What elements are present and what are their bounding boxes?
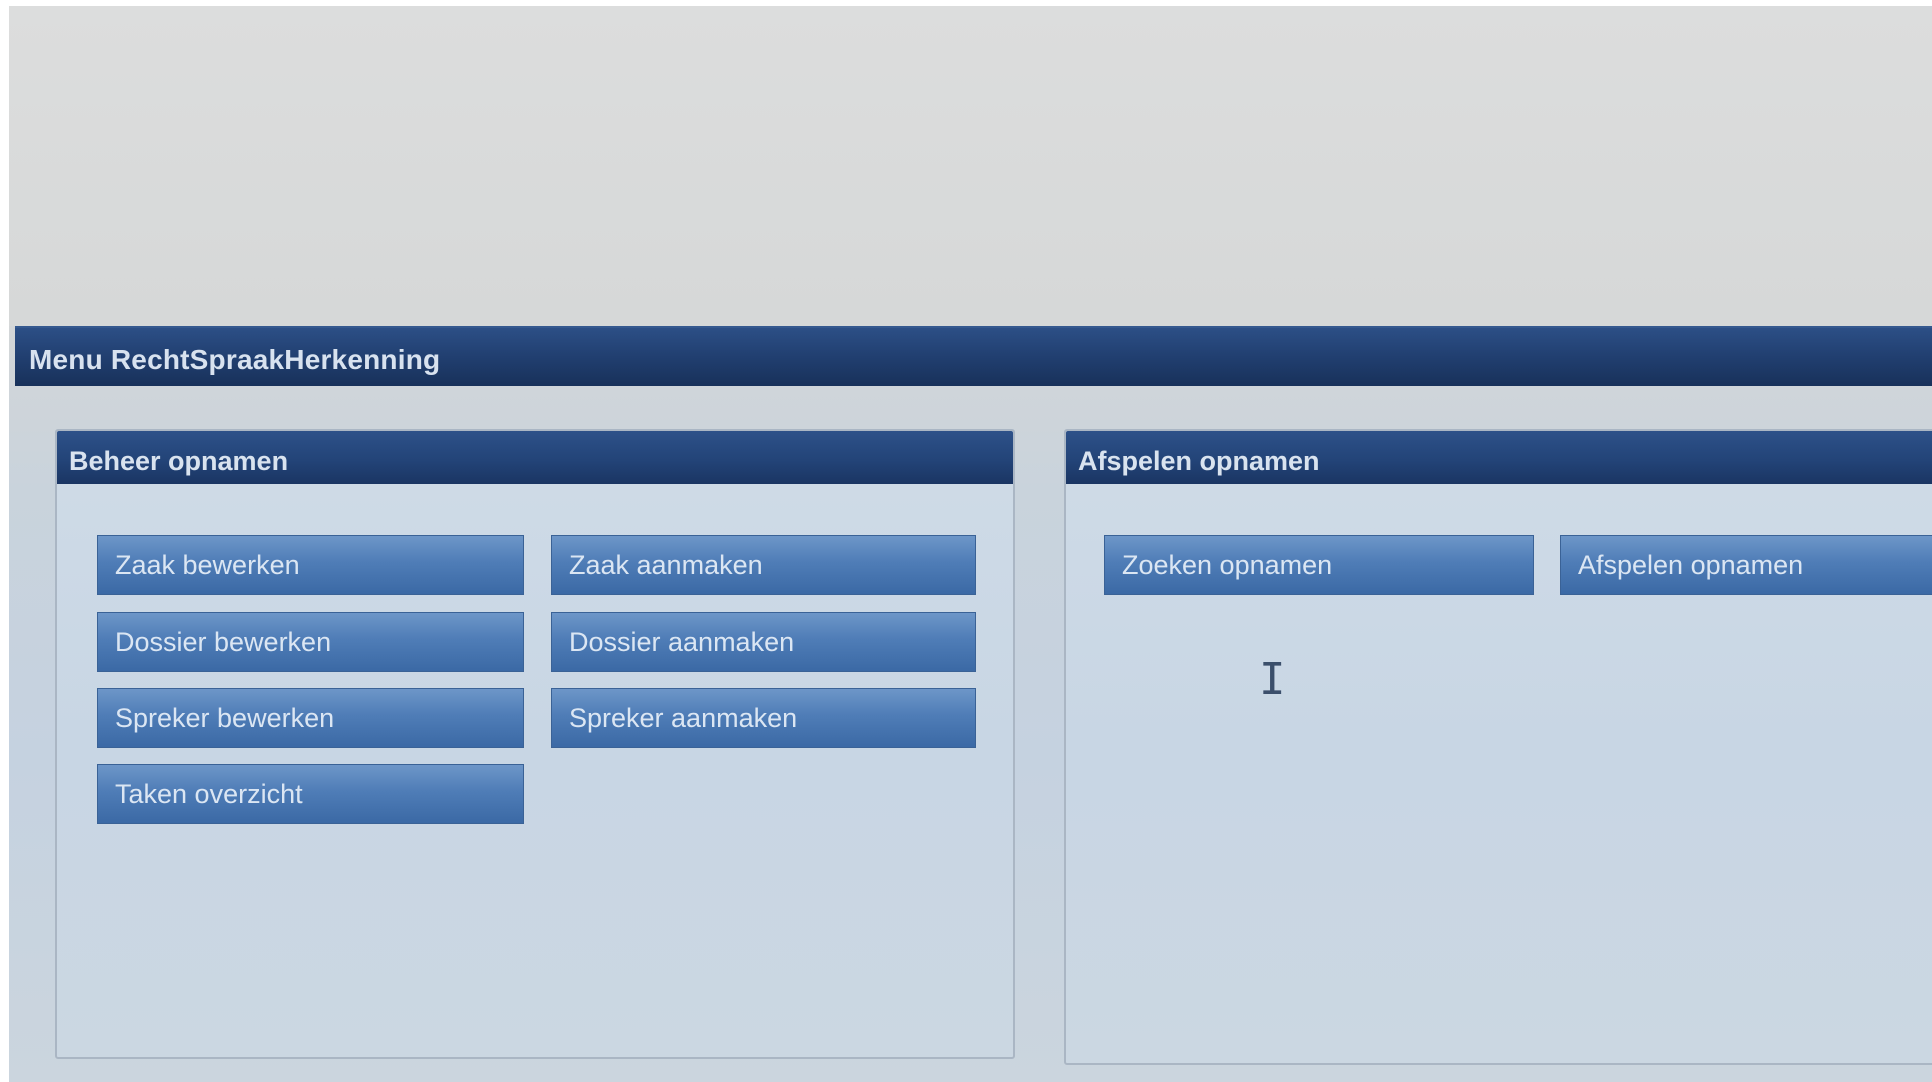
panel-afspelen-opnamen: Afspelen opnamen Zoeken opnamen Afspelen… <box>1064 429 1932 1065</box>
menu-title: Menu RechtSpraakHerkenning <box>29 344 441 375</box>
menu-bar: Menu RechtSpraakHerkenning <box>15 326 1932 386</box>
panel-title-beheer: Beheer opnamen <box>69 446 289 476</box>
zaak-aanmaken-button[interactable]: Zaak aanmaken <box>551 535 976 595</box>
taken-overzicht-button[interactable]: Taken overzicht <box>97 764 524 824</box>
dossier-aanmaken-button[interactable]: Dossier aanmaken <box>551 612 976 672</box>
dossier-bewerken-button[interactable]: Dossier bewerken <box>97 612 524 672</box>
screen: Menu RechtSpraakHerkenning Beheer opname… <box>9 6 1932 1082</box>
spreker-bewerken-button[interactable]: Spreker bewerken <box>97 688 524 748</box>
zaak-bewerken-button[interactable]: Zaak bewerken <box>97 535 524 595</box>
panel-header-afspelen: Afspelen opnamen <box>1066 431 1932 484</box>
blank-top-area <box>9 6 1932 326</box>
panel-header-beheer: Beheer opnamen <box>57 431 1013 484</box>
afspelen-opnamen-button[interactable]: Afspelen opnamen <box>1560 535 1932 595</box>
zoeken-opnamen-button[interactable]: Zoeken opnamen <box>1104 535 1534 595</box>
text-cursor-icon: I <box>1259 654 1286 705</box>
panel-title-afspelen: Afspelen opnamen <box>1078 446 1320 476</box>
panel-beheer-opnamen: Beheer opnamen Zaak bewerken Zaak aanmak… <box>55 429 1015 1059</box>
spreker-aanmaken-button[interactable]: Spreker aanmaken <box>551 688 976 748</box>
